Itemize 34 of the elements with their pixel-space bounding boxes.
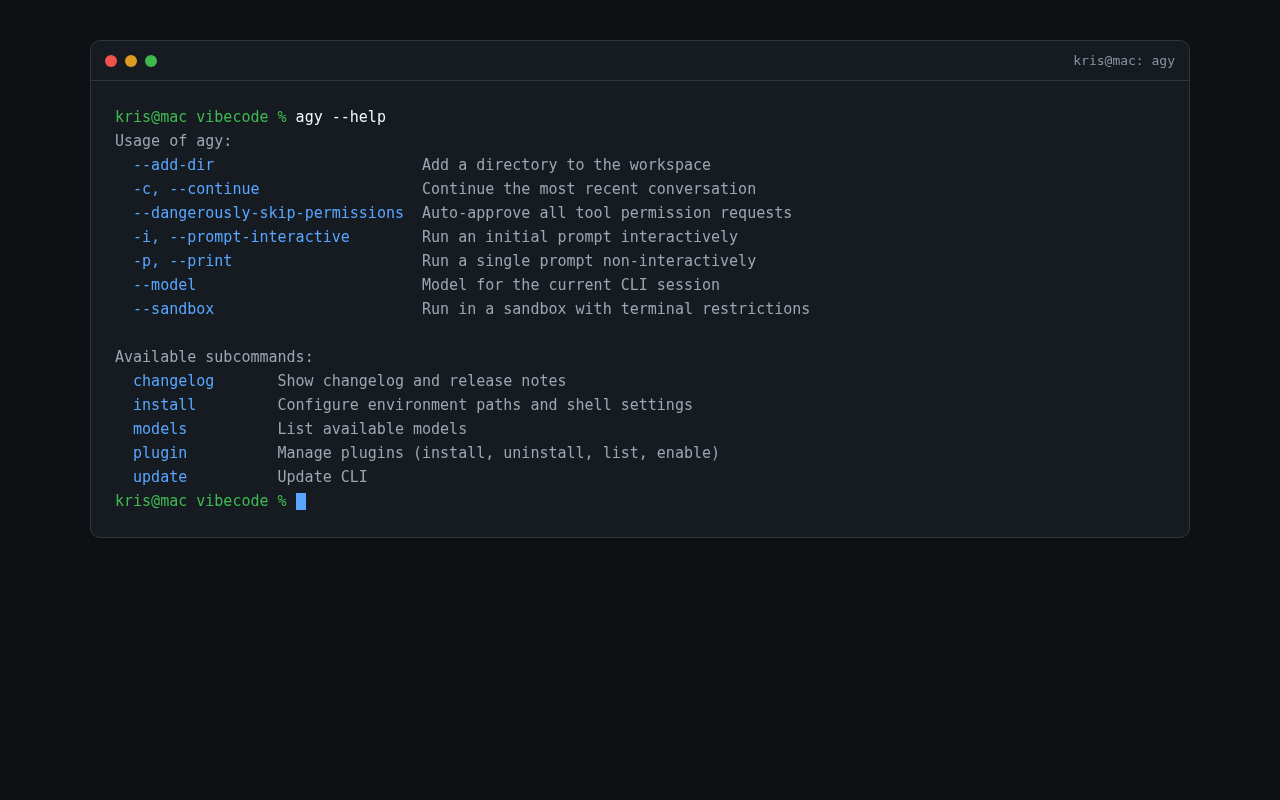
- option-description: Run an initial prompt interactively: [422, 227, 739, 248]
- option-name: -c, --continue: [133, 180, 260, 198]
- subcommand-description: List available models: [277, 419, 468, 440]
- option-description: Auto-approve all tool permission requests: [422, 203, 793, 224]
- subcommand-name: update: [133, 468, 188, 486]
- option-description: Add a directory to the workspace: [422, 155, 711, 176]
- subcommand-name: models: [133, 420, 188, 438]
- text-cursor: [295, 492, 306, 510]
- option-description: Run a single prompt non-interactively: [422, 251, 757, 272]
- option-description: Continue the most recent conversation: [422, 179, 757, 200]
- option-name: --model: [133, 276, 197, 294]
- subcommand-description: Configure environment paths and shell settings: [277, 395, 693, 416]
- subcommand-name: install: [133, 396, 197, 414]
- option-description: Run in a sandbox with terminal restrictions: [422, 299, 811, 320]
- close-button[interactable]: [105, 54, 117, 67]
- shell-prompt: kris@mac vibecode %: [115, 107, 287, 128]
- option-name: --add-dir: [133, 156, 215, 174]
- option-name: -i, --prompt-interactive: [133, 228, 350, 246]
- zoom-button[interactable]: [145, 54, 157, 67]
- subcommand-description: Update CLI: [277, 467, 368, 488]
- shell-prompt: kris@mac vibecode %: [115, 491, 287, 512]
- command-text: agy --help: [295, 107, 386, 128]
- subcommand-description: Show changelog and release notes: [277, 371, 567, 392]
- usage-heading: Usage of agy:: [115, 131, 233, 152]
- window-title: kris@mac: agy: [1073, 53, 1175, 68]
- minimize-button[interactable]: [125, 54, 137, 67]
- subcommand-name: plugin: [133, 444, 188, 462]
- option-name: --dangerously-skip-permissions: [133, 204, 404, 222]
- option-name: --sandbox: [133, 300, 215, 318]
- option-name: -p, --print: [133, 252, 233, 270]
- subcommand-name: changelog: [133, 372, 215, 390]
- option-description: Model for the current CLI session: [422, 275, 721, 296]
- subcommands-heading: Available subcommands:: [115, 347, 314, 368]
- subcommand-description: Manage plugins (install, uninstall, list, enable): [277, 443, 721, 464]
